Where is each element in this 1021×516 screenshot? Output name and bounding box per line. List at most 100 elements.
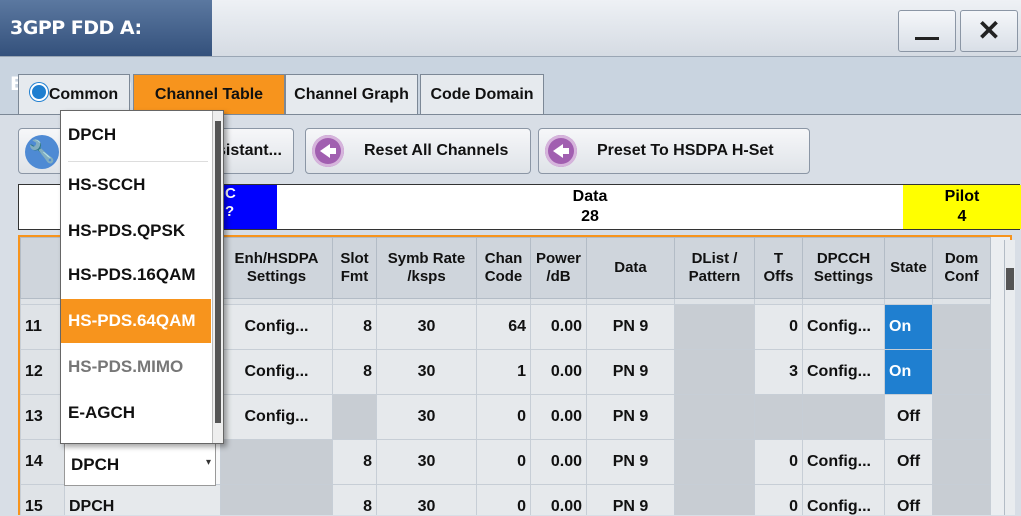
header-enh-hsdpa: Enh/HSDPA Settings: [220, 237, 333, 299]
enh-settings-button[interactable]: Config...: [220, 394, 333, 440]
channel-type-select[interactable]: DPCH ▾: [64, 442, 216, 486]
dom-conf-cell: [932, 349, 991, 395]
power-cell[interactable]: 0.00: [530, 349, 587, 395]
dpcch-settings-button[interactable]: Config...: [802, 439, 885, 485]
tab-channel-table[interactable]: Channel Table: [133, 74, 285, 114]
dropdown-option-selected[interactable]: HS-PDS.64QAM: [61, 299, 211, 343]
header-state: State: [884, 237, 933, 299]
header-slot-fmt: Slot Fmt: [332, 237, 377, 299]
summary-blue-segment: C?: [219, 185, 277, 229]
dpcch-settings-button[interactable]: Config...: [802, 304, 885, 350]
slot-fmt-cell[interactable]: 8: [332, 349, 377, 395]
slot-fmt-cell[interactable]: 8: [332, 439, 377, 485]
table-row: 15 DPCH 8 30 0 0.00 PN 9 0 Config... Off: [20, 484, 991, 515]
enh-settings-button: [220, 439, 333, 485]
dlist-cell: [674, 439, 755, 485]
preset-hsdpa-button[interactable]: Preset To HSDPA H-Set: [538, 128, 810, 174]
state-toggle[interactable]: Off: [884, 484, 933, 515]
symb-rate-cell[interactable]: 30: [376, 394, 477, 440]
slot-fmt-cell: [332, 394, 377, 440]
symb-rate-cell[interactable]: 30: [376, 484, 477, 515]
tab-label: Common: [48, 86, 119, 103]
dropdown-option[interactable]: HS-PDS.QPSK: [61, 209, 211, 253]
data-cell[interactable]: PN 9: [586, 394, 675, 440]
dlist-cell: [674, 304, 755, 350]
window-title: 3GPP FDD A: Basestation1: [0, 0, 212, 95]
state-toggle[interactable]: Off: [884, 394, 933, 440]
power-cell[interactable]: 0.00: [530, 304, 587, 350]
state-toggle[interactable]: On: [884, 349, 933, 395]
header-dpcch: DPCCH Settings: [802, 237, 885, 299]
summary-pilot-label: Pilot: [944, 188, 980, 205]
minimize-icon: [915, 37, 939, 40]
close-button[interactable]: ✕: [960, 10, 1018, 52]
summary-data-label: Data: [572, 188, 608, 205]
dropdown-option[interactable]: DPCH: [61, 113, 211, 157]
t-offs-cell[interactable]: 0: [754, 304, 803, 350]
header-data: Data: [586, 237, 675, 299]
data-cell[interactable]: PN 9: [586, 439, 675, 485]
reset-all-channels-button[interactable]: Reset All Channels: [305, 128, 531, 174]
summary-pilot-value: 4: [957, 208, 967, 225]
dom-conf-cell: [932, 439, 991, 485]
header-dlist: DList / Pattern: [674, 237, 755, 299]
chan-code-cell[interactable]: 64: [476, 304, 531, 350]
header-chan-code: Chan Code: [476, 237, 531, 299]
header-symb-rate: Symb Rate /ksps: [376, 237, 477, 299]
dropdown-option[interactable]: E-AGCH: [61, 391, 211, 435]
dropdown-option[interactable]: HS-SCCH: [61, 163, 211, 207]
power-cell[interactable]: 0.00: [530, 484, 587, 515]
power-cell[interactable]: 0.00: [530, 439, 587, 485]
slot-fmt-cell[interactable]: 8: [332, 484, 377, 515]
table-scrollbar[interactable]: [1004, 240, 1015, 515]
chan-code-cell[interactable]: 1: [476, 349, 531, 395]
data-cell[interactable]: PN 9: [586, 349, 675, 395]
table-scrollbar-thumb[interactable]: [1006, 268, 1014, 290]
row-index: 14: [20, 439, 65, 485]
info-icon: [29, 83, 48, 101]
reset-button-label: Reset All Channels: [364, 142, 509, 159]
dpcch-settings-button[interactable]: Config...: [802, 349, 885, 395]
dom-conf-cell: [932, 484, 991, 515]
preset-button-label: Preset To HSDPA H-Set: [597, 142, 774, 159]
dropdown-scrollbar-thumb[interactable]: [215, 121, 221, 423]
slot-fmt-cell[interactable]: 8: [332, 304, 377, 350]
enh-settings-button[interactable]: Config...: [220, 349, 333, 395]
dropdown-option[interactable]: HS-PDS.16QAM: [61, 253, 211, 297]
state-toggle[interactable]: On: [884, 304, 933, 350]
tab-channel-graph[interactable]: Channel Graph: [285, 74, 418, 114]
dlist-cell: [674, 349, 755, 395]
dpcch-settings-button: [802, 394, 885, 440]
channel-type-dropdown: DPCH HS-SCCH HS-PDS.QPSK HS-PDS.16QAM HS…: [60, 110, 224, 444]
summary-blue-label: C: [225, 185, 236, 202]
t-offs-cell[interactable]: 0: [754, 484, 803, 515]
symb-rate-cell[interactable]: 30: [376, 349, 477, 395]
minimize-button[interactable]: [898, 10, 956, 52]
preset-arrow-icon: [545, 135, 577, 167]
t-offs-cell[interactable]: 3: [754, 349, 803, 395]
dpcch-settings-button[interactable]: Config...: [802, 484, 885, 515]
power-cell[interactable]: 0.00: [530, 394, 587, 440]
summary-pilot-segment: Pilot 4: [903, 185, 1021, 229]
symb-rate-cell[interactable]: 30: [376, 304, 477, 350]
dropdown-scrollbar[interactable]: [212, 111, 223, 443]
symb-rate-cell[interactable]: 30: [376, 439, 477, 485]
data-cell[interactable]: PN 9: [586, 304, 675, 350]
chan-code-cell[interactable]: 0: [476, 484, 531, 515]
channel-type-cell[interactable]: DPCH: [64, 484, 221, 515]
state-toggle[interactable]: Off: [884, 439, 933, 485]
tab-common[interactable]: Common: [18, 74, 130, 114]
tab-code-domain[interactable]: Code Domain: [420, 74, 544, 114]
data-cell[interactable]: PN 9: [586, 484, 675, 515]
chan-code-cell[interactable]: 0: [476, 439, 531, 485]
header-t-offs: T Offs: [754, 237, 803, 299]
dlist-cell: [674, 484, 755, 515]
enh-settings-button[interactable]: Config...: [220, 304, 333, 350]
dropdown-option[interactable]: HS-PDS.MIMO: [61, 345, 211, 389]
header-index: [20, 237, 65, 299]
row-index: 12: [20, 349, 65, 395]
header-power: Power /dB: [530, 237, 587, 299]
t-offs-cell[interactable]: 0: [754, 439, 803, 485]
close-icon: ✕: [977, 15, 1001, 46]
chan-code-cell[interactable]: 0: [476, 394, 531, 440]
